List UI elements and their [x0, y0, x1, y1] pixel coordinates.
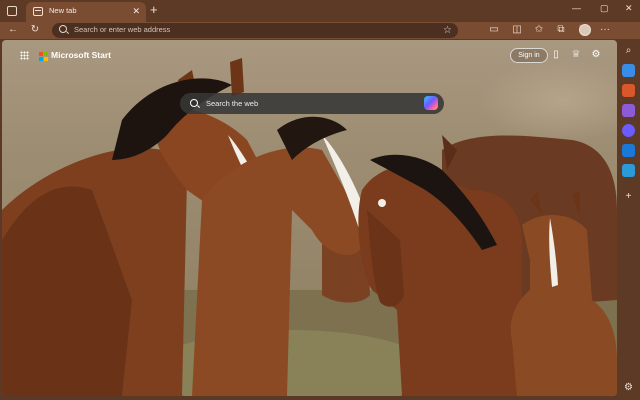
web-search-box[interactable]: Search the web — [180, 93, 444, 114]
new-tab-favicon-icon — [33, 7, 43, 16]
games-icon[interactable] — [622, 104, 635, 117]
apps-grid-icon[interactable] — [20, 51, 29, 60]
reading-mode-icon[interactable]: ▭ — [487, 23, 501, 37]
sign-in-button[interactable]: Sign in — [510, 48, 548, 63]
outlook-icon[interactable] — [622, 144, 635, 157]
search-icon — [59, 25, 67, 33]
new-tab-button[interactable]: + — [150, 3, 158, 17]
tab-new-tab[interactable]: New tab ✕ — [26, 2, 146, 22]
maximize-button[interactable]: ▢ — [600, 2, 609, 14]
shopping-icon[interactable] — [622, 64, 635, 77]
back-button[interactable]: ← — [6, 23, 20, 37]
tab-title: New tab — [49, 6, 77, 15]
favorite-star-icon[interactable]: ☆ — [443, 23, 452, 38]
settings-icon[interactable]: ⚙ — [589, 48, 603, 62]
address-bar[interactable]: Search or enter web address ☆ — [52, 23, 458, 38]
rewards-icon[interactable]: ♕ — [569, 48, 583, 62]
copilot-sidebar-icon[interactable] — [622, 124, 635, 137]
add-icon[interactable]: + — [621, 190, 636, 203]
web-search-placeholder: Search the web — [206, 99, 259, 108]
minimize-button[interactable]: — — [572, 2, 581, 14]
browser-toolbar: ← ↻ Search or enter web address ☆ ▭ ◫ ✩ … — [0, 22, 640, 39]
new-tab-page: Microsoft Start Sign in ▯ ♕ ⚙ Search the… — [2, 40, 617, 396]
profile-avatar[interactable] — [579, 24, 591, 36]
more-icon[interactable]: ··· — [598, 23, 612, 37]
collections-icon[interactable]: ⧉ — [554, 23, 568, 37]
copilot-icon[interactable] — [424, 96, 438, 110]
search-icon — [190, 99, 198, 107]
microsoft-logo-icon — [39, 52, 48, 61]
send-icon[interactable] — [622, 164, 635, 177]
brand-title[interactable]: Microsoft Start — [51, 50, 111, 60]
search-icon[interactable]: ⌕ — [621, 44, 636, 57]
close-window-button[interactable]: ✕ — [625, 2, 633, 14]
favorites-icon[interactable]: ✩ — [532, 23, 546, 37]
title-bar: New tab ✕ + — ▢ ✕ — [0, 0, 640, 22]
tools-icon[interactable] — [622, 84, 635, 97]
sidebar-settings-icon[interactable]: ⚙ — [621, 381, 636, 394]
phone-icon[interactable]: ▯ — [549, 48, 563, 62]
split-screen-icon[interactable]: ◫ — [510, 23, 524, 37]
refresh-button[interactable]: ↻ — [28, 23, 42, 37]
tab-close-icon[interactable]: ✕ — [132, 5, 140, 17]
workspaces-icon[interactable] — [7, 6, 17, 16]
edge-sidebar: ⌕ + ⚙ — [617, 40, 640, 400]
address-bar-placeholder: Search or enter web address — [74, 25, 171, 34]
